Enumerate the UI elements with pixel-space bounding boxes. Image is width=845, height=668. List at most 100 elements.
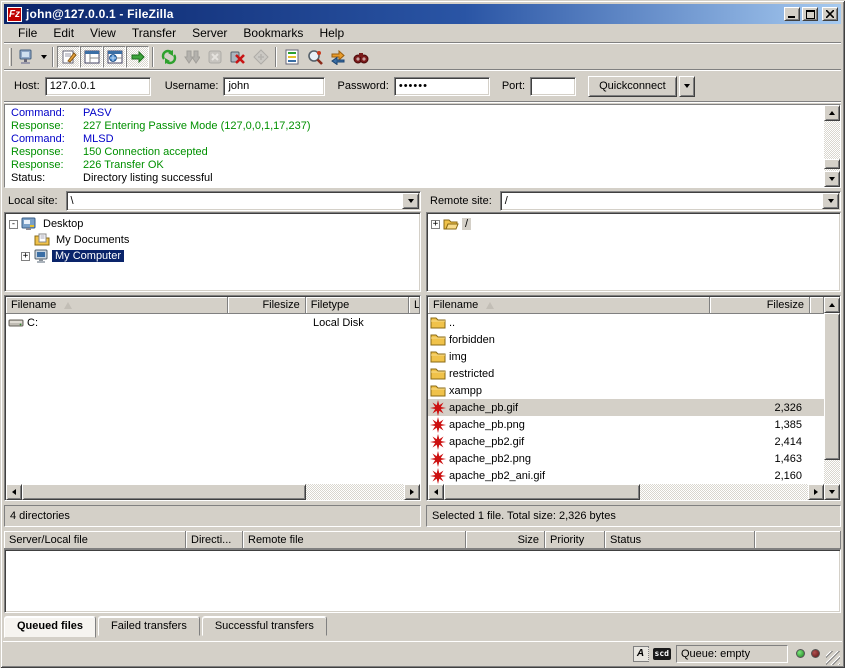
directory-comparison-button[interactable]: [303, 46, 326, 68]
column-header-filler: [810, 297, 824, 314]
process-queue-button[interactable]: [180, 46, 203, 68]
resize-grip[interactable]: [826, 651, 840, 665]
file-row[interactable]: apache_pb.png 1,385: [428, 416, 824, 433]
menu-view[interactable]: View: [82, 24, 124, 42]
column-header-priority[interactable]: Priority: [545, 531, 605, 549]
scroll-left-button[interactable]: [6, 484, 22, 500]
disconnect-button[interactable]: [226, 46, 249, 68]
file-row[interactable]: apache_pb2_ani.gif 2,160: [428, 467, 824, 484]
tab-successful-transfers[interactable]: Successful transfers: [202, 616, 327, 636]
local-site-combo[interactable]: \: [66, 191, 421, 211]
file-row[interactable]: forbidden: [428, 331, 824, 348]
column-header-filename[interactable]: Filename: [428, 297, 710, 314]
quickconnect-button[interactable]: Quickconnect: [588, 76, 677, 97]
password-input[interactable]: [394, 77, 490, 96]
site-manager-dropdown[interactable]: [38, 46, 49, 68]
maximize-button[interactable]: [802, 7, 818, 21]
minimize-button[interactable]: [784, 7, 800, 21]
column-header-remote-file[interactable]: Remote file: [243, 531, 466, 549]
tree-item-root[interactable]: + /: [431, 216, 840, 232]
file-row-local-disk[interactable]: C: Local Disk: [6, 314, 420, 331]
filter-icon: [284, 49, 300, 65]
image-file-icon: [430, 451, 446, 467]
close-button[interactable]: [822, 7, 838, 21]
collapse-icon[interactable]: -: [9, 220, 18, 229]
column-header-last-modified[interactable]: L: [409, 297, 420, 314]
file-name: apache_pb.gif: [449, 402, 518, 414]
file-row[interactable]: restricted: [428, 365, 824, 382]
tree-item-my-computer[interactable]: + My Computer: [9, 248, 420, 264]
quickconnect-dropdown[interactable]: [679, 76, 695, 97]
expand-icon[interactable]: +: [431, 220, 440, 229]
tab-queued-files[interactable]: Queued files: [4, 616, 96, 638]
file-row[interactable]: apache_pb2.gif 2,414: [428, 433, 824, 450]
folder-icon: [430, 383, 446, 399]
column-header-filetype[interactable]: Filetype: [306, 297, 409, 314]
remote-site-dropdown[interactable]: [822, 193, 839, 209]
scroll-right-button[interactable]: [808, 484, 824, 500]
file-row[interactable]: ..: [428, 314, 824, 331]
tree-item-my-documents[interactable]: My Documents: [9, 232, 420, 248]
scroll-up-button[interactable]: [824, 297, 840, 313]
reconnect-button[interactable]: [249, 46, 272, 68]
username-input[interactable]: [223, 77, 325, 96]
menu-transfer[interactable]: Transfer: [124, 24, 184, 42]
column-header-status[interactable]: Status: [605, 531, 755, 549]
status-bar: A scd Queue: empty: [3, 641, 842, 665]
scrollbar-thumb[interactable]: [824, 159, 840, 169]
menu-bookmarks[interactable]: Bookmarks: [235, 24, 311, 42]
scrollbar-thumb[interactable]: [22, 484, 306, 500]
column-header-filesize[interactable]: Filesize: [228, 297, 305, 314]
remote-list-header: Filename Filesize: [428, 297, 824, 314]
find-files-button[interactable]: [349, 46, 372, 68]
remote-site-combo[interactable]: /: [500, 191, 841, 211]
synchronized-browsing-icon: [330, 49, 346, 65]
cancel-button[interactable]: [203, 46, 226, 68]
menu-file[interactable]: File: [10, 24, 45, 42]
column-header-filename[interactable]: Filename: [6, 297, 228, 314]
file-row[interactable]: xampp: [428, 382, 824, 399]
scrollbar-thumb[interactable]: [824, 313, 840, 460]
scroll-up-button[interactable]: [824, 105, 840, 121]
column-header-server-local-file[interactable]: Server/Local file: [4, 531, 186, 549]
column-header-direction[interactable]: Directi...: [186, 531, 243, 549]
menu-server[interactable]: Server: [184, 24, 235, 42]
file-row[interactable]: img: [428, 348, 824, 365]
log-scrollbar[interactable]: [824, 105, 840, 187]
host-input[interactable]: [45, 77, 151, 96]
local-site-dropdown[interactable]: [402, 193, 419, 209]
filter-button[interactable]: [280, 46, 303, 68]
port-input[interactable]: [530, 77, 576, 96]
toggle-message-log-button[interactable]: [57, 46, 80, 68]
tree-item-desktop[interactable]: - Desktop: [9, 216, 420, 232]
synchronized-browsing-button[interactable]: [326, 46, 349, 68]
local-list-hscrollbar[interactable]: [6, 484, 420, 500]
scroll-down-button[interactable]: [824, 484, 840, 500]
remote-status-bar: Selected 1 file. Total size: 2,326 bytes: [426, 505, 841, 527]
scroll-down-button[interactable]: [824, 171, 840, 187]
column-header-size[interactable]: Size: [466, 531, 545, 549]
toggle-remote-tree-button[interactable]: [103, 46, 126, 68]
site-manager-button[interactable]: [15, 46, 38, 68]
tab-failed-transfers[interactable]: Failed transfers: [98, 616, 200, 636]
toolbar-grip: [9, 48, 12, 66]
menu-help[interactable]: Help: [311, 24, 352, 42]
scrollbar-thumb[interactable]: [444, 484, 640, 500]
file-row[interactable]: apache_pb2.png 1,463: [428, 450, 824, 467]
toggle-transfer-queue-button[interactable]: [126, 46, 149, 68]
expand-icon[interactable]: +: [21, 252, 30, 261]
remote-list-hscrollbar[interactable]: [428, 484, 824, 500]
refresh-button[interactable]: [157, 46, 180, 68]
scroll-left-button[interactable]: [428, 484, 444, 500]
host-label: Host:: [14, 80, 40, 92]
scroll-right-button[interactable]: [404, 484, 420, 500]
remote-list-vscrollbar[interactable]: [824, 297, 840, 500]
refresh-icon: [161, 49, 177, 65]
toggle-local-tree-button[interactable]: [80, 46, 103, 68]
minimize-icon: [788, 10, 796, 18]
quickconnect-bar: Host: Username: Password: Port: Quickcon…: [4, 71, 841, 101]
remote-list-body: .. forbidden img restricted: [428, 314, 824, 484]
file-row-selected[interactable]: apache_pb.gif 2,326: [428, 399, 824, 416]
menu-edit[interactable]: Edit: [45, 24, 82, 42]
column-header-filesize[interactable]: Filesize: [710, 297, 810, 314]
